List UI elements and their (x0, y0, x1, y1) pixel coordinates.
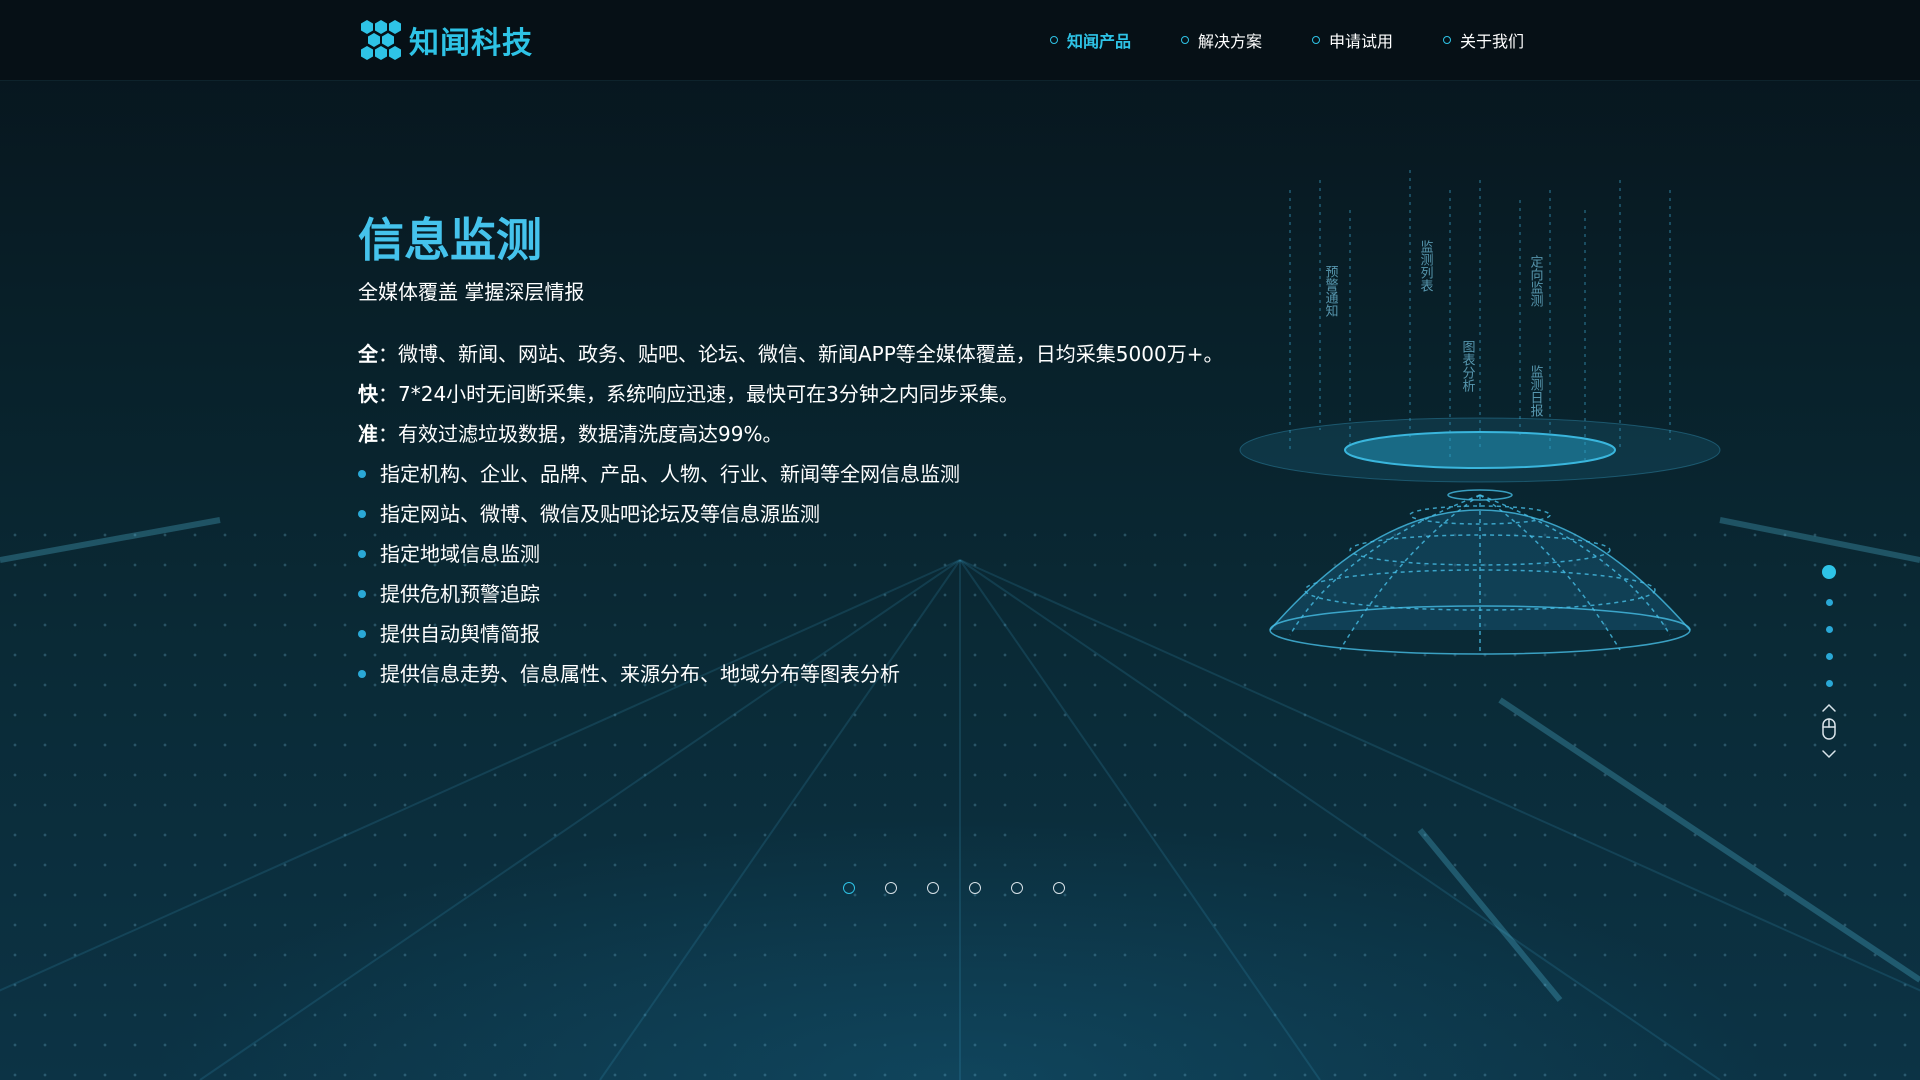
nav-item-label: 关于我们 (1460, 32, 1525, 51)
pager-dot[interactable] (927, 882, 939, 894)
pager-dot[interactable] (885, 882, 897, 894)
hero-content: 信息监测 全媒体覆盖 掌握深层情报 全：微博、新闻、网站、政务、贴吧、论坛、微信… (358, 210, 1258, 694)
globe-dome-icon (1269, 489, 1691, 655)
page-subtitle: 全媒体覆盖 掌握深层情报 (358, 280, 585, 304)
feature-list: 全：微博、新闻、网站、政务、贴吧、论坛、微信、新闻APP等全媒体覆盖，日均采集5… (358, 334, 1258, 454)
list-item-text: 提供信息走势、信息属性、来源分布、地域分布等图表分析 (380, 662, 900, 686)
hologram-label: 监测日报 (1528, 365, 1544, 417)
nav-item-products[interactable]: 知闻产品 (1050, 28, 1131, 52)
side-nav-dot[interactable] (1825, 653, 1833, 660)
list-item: 提供信息走势、信息属性、来源分布、地域分布等图表分析 (358, 654, 1258, 694)
list-item-text: 指定机构、企业、品牌、产品、人物、行业、新闻等全网信息监测 (380, 462, 960, 486)
list-item: 指定机构、企业、品牌、产品、人物、行业、新闻等全网信息监测 (358, 454, 1258, 494)
monitoring-hologram-illustration: 预警通知 监测列表 图表分析 定向监测 监测日报 (1239, 170, 1721, 655)
hologram-label: 定向监测 (1528, 255, 1544, 307)
nav-dot-icon (1181, 36, 1190, 44)
hexagon-cluster-icon (361, 20, 401, 60)
scroll-mouse-icon[interactable] (1820, 701, 1838, 763)
pager-dot[interactable] (843, 882, 855, 894)
feature-key: 准 (358, 422, 378, 446)
bullet-dot-icon (358, 670, 366, 678)
bullet-dot-icon (358, 510, 366, 518)
page-title: 信息监测 (358, 213, 542, 267)
bullet-dot-icon (358, 590, 366, 598)
list-item: 指定网站、微博、微信及贴吧论坛及等信息源监测 (358, 494, 1258, 534)
list-item: 指定地域信息监测 (358, 534, 1258, 574)
hologram-label: 监测列表 (1418, 240, 1434, 292)
main-nav: 知闻产品 解决方案 申请试用 关于我们 (1050, 0, 1574, 80)
bullet-dot-icon (358, 550, 366, 558)
top-navbar: 知闻科技 知闻产品 解决方案 申请试用 关于我们 (0, 0, 1920, 81)
side-nav-dot[interactable] (1825, 680, 1833, 687)
list-item: 提供危机预警追踪 (358, 574, 1258, 614)
brand-logo[interactable]: 知闻科技 (357, 18, 533, 62)
nav-dot-icon (1443, 36, 1452, 44)
slide-pager (843, 882, 1095, 894)
bullet-dot-icon (358, 630, 366, 638)
list-item-text: 提供自动舆情简报 (380, 622, 540, 646)
nav-dot-icon (1050, 36, 1058, 44)
nav-item-label: 申请试用 (1329, 32, 1394, 51)
feature-key: 全 (358, 342, 378, 366)
feature-speed: 快：7*24小时无间断采集，系统响应迅速，最快可在3分钟之内同步采集。 (358, 374, 1258, 414)
nav-dot-icon (1312, 36, 1321, 44)
feature-text: ：有效过滤垃圾数据，数据清洗度高达99%。 (378, 422, 783, 446)
list-item: 提供自动舆情简报 (358, 614, 1258, 654)
nav-item-label: 知闻产品 (1067, 32, 1132, 51)
pager-dot[interactable] (1011, 882, 1023, 894)
list-item-text: 指定网站、微博、微信及贴吧论坛及等信息源监测 (380, 502, 820, 526)
nav-item-trial[interactable]: 申请试用 (1312, 28, 1393, 52)
side-nav-dot[interactable] (1825, 599, 1833, 606)
feature-accuracy: 准：有效过滤垃圾数据，数据清洗度高达99%。 (358, 414, 1258, 454)
pager-dot[interactable] (1053, 882, 1065, 894)
feature-text: ：微博、新闻、网站、政务、贴吧、论坛、微信、新闻APP等全媒体覆盖，日均采集50… (378, 342, 1224, 366)
list-item-text: 指定地域信息监测 (380, 542, 540, 566)
hologram-label: 图表分析 (1460, 340, 1476, 392)
brand-name: 知闻科技 (409, 26, 533, 61)
feature-coverage: 全：微博、新闻、网站、政务、贴吧、论坛、微信、新闻APP等全媒体覆盖，日均采集5… (358, 334, 1258, 374)
section-side-nav (1820, 565, 1838, 763)
bullet-dot-icon (358, 470, 366, 478)
nav-item-about[interactable]: 关于我们 (1443, 28, 1524, 52)
side-nav-dot[interactable] (1822, 565, 1836, 579)
feature-text: ：7*24小时无间断采集，系统响应迅速，最快可在3分钟之内同步采集。 (378, 382, 1019, 406)
pager-dot[interactable] (969, 882, 981, 894)
capability-list: 指定机构、企业、品牌、产品、人物、行业、新闻等全网信息监测 指定网站、微博、微信… (358, 454, 1258, 694)
nav-item-solutions[interactable]: 解决方案 (1181, 28, 1262, 52)
hologram-label: 预警通知 (1323, 265, 1339, 317)
list-item-text: 提供危机预警追踪 (380, 582, 540, 606)
side-nav-dot[interactable] (1825, 626, 1833, 633)
feature-key: 快 (358, 382, 378, 406)
nav-item-label: 解决方案 (1198, 32, 1263, 51)
